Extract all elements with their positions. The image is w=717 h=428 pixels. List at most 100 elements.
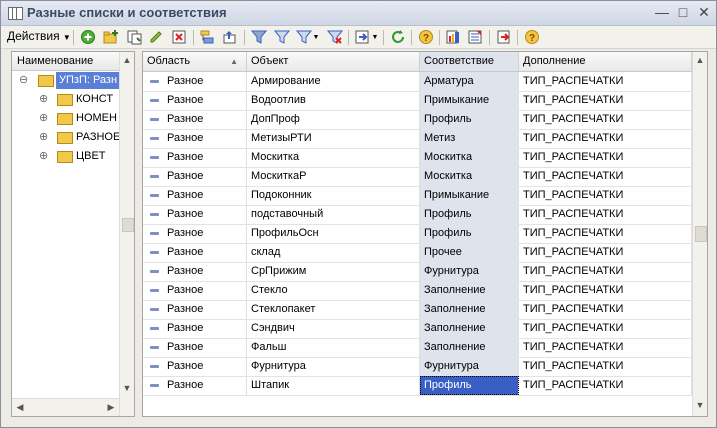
scroll-up-icon[interactable]: ▲	[120, 53, 134, 67]
table-cell[interactable]: ТИП_РАСПЕЧАТКИ	[519, 129, 692, 148]
table-row[interactable]: Разное МоскиткаР Москитка ТИП_РАСПЕЧАТКИ	[143, 167, 692, 187]
table-cell[interactable]: Разное	[143, 72, 247, 91]
column-header-object[interactable]: Объект	[247, 52, 420, 71]
subordinate-button[interactable]	[353, 28, 371, 46]
table-cell[interactable]: Москитка	[420, 167, 519, 186]
expand-icon[interactable]: ⊕	[39, 128, 48, 147]
table-cell[interactable]: Разное	[143, 338, 247, 357]
table-cell[interactable]: ДопПроф	[247, 110, 420, 129]
filter-history-button[interactable]	[295, 28, 313, 46]
table-row[interactable]: Разное ПрофильОсн Профиль ТИП_РАСПЕЧАТКИ	[143, 224, 692, 244]
scroll-thumb[interactable]	[122, 218, 134, 232]
table-cell[interactable]: Прочее	[420, 243, 519, 262]
table-cell[interactable]: Разное	[143, 224, 247, 243]
table-cell[interactable]: ТИП_РАСПЕЧАТКИ	[519, 338, 692, 357]
table-cell[interactable]: ТИП_РАСПЕЧАТКИ	[519, 224, 692, 243]
table-row[interactable]: Разное МетизыРТИ Метиз ТИП_РАСПЕЧАТКИ	[143, 129, 692, 149]
add-button[interactable]	[79, 28, 97, 46]
table-cell[interactable]: Фурнитура	[420, 357, 519, 376]
scroll-right-icon[interactable]: ▶	[104, 400, 118, 414]
table-cell[interactable]: ТИП_РАСПЕЧАТКИ	[519, 300, 692, 319]
table-cell[interactable]: Заполнение	[420, 281, 519, 300]
table-row[interactable]: Разное Москитка Москитка ТИП_РАСПЕЧАТКИ	[143, 148, 692, 168]
table-cell[interactable]: ТИП_РАСПЕЧАТКИ	[519, 148, 692, 167]
level-up-button[interactable]	[221, 28, 239, 46]
column-header-extra[interactable]: Дополнение	[519, 52, 692, 71]
table-cell[interactable]: ТИП_РАСПЕЧАТКИ	[519, 167, 692, 186]
table-cell[interactable]: Фурнитура	[420, 262, 519, 281]
close-button[interactable]: ✕	[695, 4, 713, 21]
table-cell[interactable]: Сэндвич	[247, 319, 420, 338]
delete-button[interactable]	[170, 28, 188, 46]
table-cell[interactable]: Разное	[143, 129, 247, 148]
actions-menu[interactable]: Действия ▼	[7, 29, 71, 43]
table-row[interactable]: Разное склад Прочее ТИП_РАСПЕЧАТКИ	[143, 243, 692, 263]
tree-header[interactable]: Наименование	[12, 52, 121, 71]
table-cell[interactable]: Москитка	[247, 148, 420, 167]
table-cell[interactable]: Разное	[143, 243, 247, 262]
table-cell[interactable]: ПрофильОсн	[247, 224, 420, 243]
table-cell[interactable]: ТИП_РАСПЕЧАТКИ	[519, 91, 692, 110]
filter-button[interactable]	[250, 28, 268, 46]
table-cell[interactable]: Профиль	[420, 205, 519, 224]
report-button[interactable]	[444, 28, 462, 46]
table-cell[interactable]: Разное	[143, 91, 247, 110]
table-cell[interactable]: ТИП_РАСПЕЧАТКИ	[519, 243, 692, 262]
table-cell[interactable]: Разное	[143, 205, 247, 224]
table-cell[interactable]: Примыкание	[420, 186, 519, 205]
table-row[interactable]: Разное Армирование Арматура ТИП_РАСПЕЧАТКИ	[143, 72, 692, 92]
table-cell[interactable]: МетизыРТИ	[247, 129, 420, 148]
table-cell[interactable]: Заполнение	[420, 338, 519, 357]
table-cell[interactable]: Профиль	[420, 376, 519, 395]
table-cell[interactable]: ТИП_РАСПЕЧАТКИ	[519, 186, 692, 205]
structure-button[interactable]	[466, 28, 484, 46]
table-row[interactable]: Разное подставочный Профиль ТИП_РАСПЕЧАТКИ	[143, 205, 692, 225]
tree-item[interactable]: ⊕ РАЗНОЕ	[37, 128, 119, 147]
filter-value-button[interactable]	[273, 28, 291, 46]
expand-icon[interactable]: ⊕	[39, 147, 48, 166]
help-button[interactable]: ?	[417, 28, 435, 46]
table-cell[interactable]: Стеклопакет	[247, 300, 420, 319]
table-cell[interactable]: Разное	[143, 167, 247, 186]
table-cell[interactable]: Подоконник	[247, 186, 420, 205]
scroll-up-icon[interactable]: ▲	[693, 53, 707, 67]
expand-icon[interactable]: ⊕	[39, 90, 48, 109]
table-cell[interactable]: Метиз	[420, 129, 519, 148]
table-row[interactable]: Разное Стекло Заполнение ТИП_РАСПЕЧАТКИ	[143, 281, 692, 301]
tree-horizontal-scrollbar[interactable]: ◀ ▶	[12, 398, 119, 416]
table-cell[interactable]: Фальш	[247, 338, 420, 357]
copy-button[interactable]	[125, 28, 143, 46]
table-cell[interactable]: Разное	[143, 148, 247, 167]
table-cell[interactable]: СрПрижим	[247, 262, 420, 281]
tree-root-row[interactable]: ⊖ УПзП: Разн	[17, 71, 119, 90]
table-cell[interactable]: Разное	[143, 281, 247, 300]
table-cell[interactable]: Москитка	[420, 148, 519, 167]
expand-icon[interactable]: ⊕	[39, 109, 48, 128]
table-cell[interactable]: ТИП_РАСПЕЧАТКИ	[519, 357, 692, 376]
refresh-button[interactable]	[389, 28, 407, 46]
table-cell[interactable]: ТИП_РАСПЕЧАТКИ	[519, 262, 692, 281]
table-cell[interactable]: ТИП_РАСПЕЧАТКИ	[519, 110, 692, 129]
table-cell[interactable]: Заполнение	[420, 319, 519, 338]
filter-dropdown[interactable]: ▼	[312, 28, 320, 46]
table-cell[interactable]: Примыкание	[420, 91, 519, 110]
column-header-area[interactable]: Область ▲	[143, 52, 247, 71]
scroll-thumb[interactable]	[695, 226, 707, 242]
table-row[interactable]: Разное Штапик Профиль ТИП_РАСПЕЧАТКИ	[143, 376, 692, 396]
table-cell[interactable]: Арматура	[420, 72, 519, 91]
hierarchy-button[interactable]	[198, 28, 216, 46]
tree-item[interactable]: ⊕ КОНСТ	[37, 90, 119, 109]
table-cell[interactable]: Штапик	[247, 376, 420, 395]
clear-filter-button[interactable]	[326, 28, 344, 46]
table-row[interactable]: Разное СрПрижим Фурнитура ТИП_РАСПЕЧАТКИ	[143, 262, 692, 282]
table-cell[interactable]: Стекло	[247, 281, 420, 300]
table-cell[interactable]: ТИП_РАСПЕЧАТКИ	[519, 376, 692, 395]
scroll-down-icon[interactable]: ▼	[120, 381, 134, 395]
table-cell[interactable]: подставочный	[247, 205, 420, 224]
grid-vertical-scrollbar[interactable]: ▲ ▼	[692, 52, 707, 416]
table-cell[interactable]: Профиль	[420, 110, 519, 129]
table-cell[interactable]: Разное	[143, 110, 247, 129]
table-cell[interactable]: ТИП_РАСПЕЧАТКИ	[519, 205, 692, 224]
table-cell[interactable]: Фурнитура	[247, 357, 420, 376]
help-button-2[interactable]: ?	[523, 28, 541, 46]
